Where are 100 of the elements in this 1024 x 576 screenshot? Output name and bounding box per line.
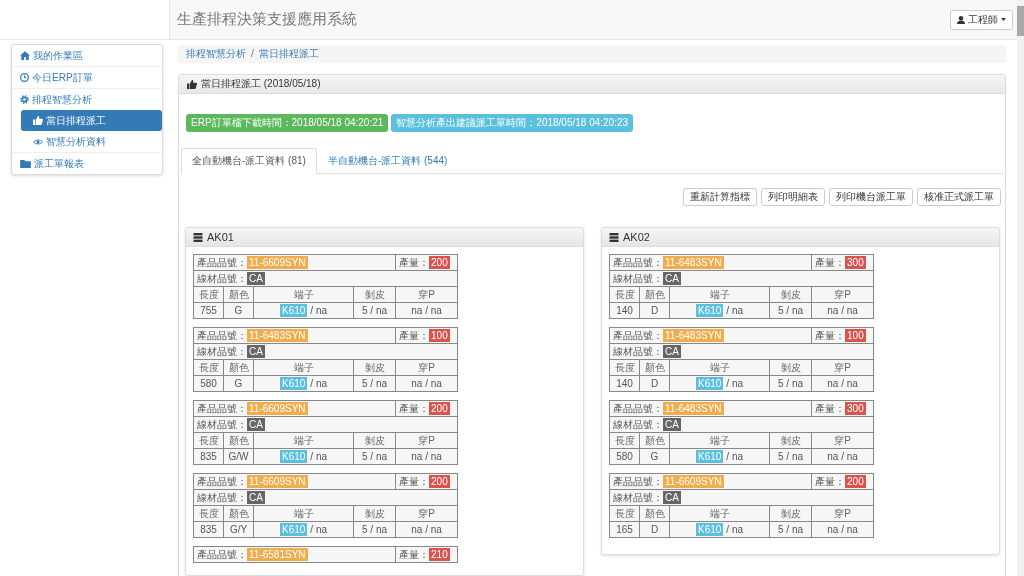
- table-cell: G/Y: [223, 521, 254, 538]
- recalculate-button[interactable]: 重新計算指標: [683, 188, 757, 206]
- quantity-tag: 100: [429, 329, 450, 342]
- column-header: 剝皮: [769, 359, 812, 376]
- table-cell: G: [223, 375, 254, 392]
- column-header: 穿P: [395, 286, 458, 303]
- user-menu-button[interactable]: 工程師: [950, 9, 1013, 30]
- product-code-caption: 產品品號：: [197, 403, 247, 414]
- approve-orders-button[interactable]: 核准正式派工單: [917, 188, 1001, 206]
- eye-icon: [33, 138, 43, 145]
- thumbs-up-icon: [33, 116, 43, 125]
- terminal-note: / na: [726, 451, 743, 462]
- table-cell: G: [223, 302, 254, 319]
- quantity-tag: 210: [429, 548, 450, 561]
- quantity-caption: 產量：: [399, 330, 430, 341]
- table-cell: 580: [609, 448, 640, 465]
- column-header: 端子: [669, 505, 770, 522]
- column-header: 長度: [609, 432, 640, 449]
- table-cell: 5 / na: [353, 521, 396, 538]
- wire-code-tag: CA: [247, 272, 265, 285]
- sidebar-item[interactable]: 今日ERP訂單: [12, 67, 162, 88]
- breadcrumb-link[interactable]: 排程智慧分析: [186, 48, 246, 60]
- column-header: 剝皮: [769, 432, 812, 449]
- quantity-tag: 200: [845, 475, 866, 488]
- user-icon: [957, 15, 965, 24]
- terminal-note: / na: [310, 378, 327, 389]
- column-header: 長度: [609, 505, 640, 522]
- product-code-caption: 產品品號：: [197, 476, 247, 487]
- column-header: 端子: [253, 432, 354, 449]
- column-header: 穿P: [811, 359, 874, 376]
- column-header: 穿P: [395, 432, 458, 449]
- app-title: 生產排程決策支援應用系統: [177, 10, 357, 29]
- table-cell: 5 / na: [769, 375, 812, 392]
- tab[interactable]: 半自動機台-派工資料 (544): [316, 148, 459, 174]
- print-machine-orders-button[interactable]: 列印機台派工單: [829, 188, 913, 206]
- quantity-caption: 產量：: [815, 330, 846, 341]
- sidebar-item[interactable]: 我的作業區: [12, 45, 162, 66]
- scrollbar-thumb[interactable]: [1017, 6, 1024, 36]
- sidebar-item[interactable]: 智慧分析資料: [21, 131, 162, 152]
- column-header: 顏色: [639, 359, 670, 376]
- table-cell: D: [639, 375, 670, 392]
- table-cell: G: [639, 448, 670, 465]
- table-cell: 835: [193, 448, 224, 465]
- table-cell: na / na: [811, 375, 874, 392]
- breadcrumb-link[interactable]: 當日排程派工: [258, 48, 319, 60]
- product-code-tag: 11-6609SYN: [247, 402, 308, 415]
- column-header: 端子: [669, 432, 770, 449]
- caret-icon: [1001, 18, 1006, 21]
- terminal-note: / na: [310, 451, 327, 462]
- wire-code-caption: 線材品號：: [613, 346, 663, 357]
- tab[interactable]: 全自動機台-派工資料 (81): [181, 148, 317, 174]
- wire-code-caption: 線材品號：: [197, 492, 247, 503]
- machine-name: AK02: [623, 231, 650, 243]
- machine-name: AK01: [207, 231, 234, 243]
- column-header: 剝皮: [769, 505, 812, 522]
- breadcrumb-separator: /: [251, 48, 254, 60]
- table-cell: na / na: [811, 448, 874, 465]
- column-header: 端子: [253, 286, 354, 303]
- table-cell: 140: [609, 302, 640, 319]
- column-header: 長度: [609, 359, 640, 376]
- wire-code-tag: CA: [247, 345, 265, 358]
- clock-icon: [20, 73, 29, 82]
- sidebar-item[interactable]: 當日排程派工: [21, 110, 162, 131]
- column-header: 穿P: [811, 286, 874, 303]
- product-code-caption: 產品品號：: [613, 330, 663, 341]
- gear-icon: [20, 95, 29, 104]
- column-header: 剝皮: [353, 359, 396, 376]
- product-code-tag: 11-6483SYN: [247, 329, 308, 342]
- product-code-caption: 產品品號：: [613, 257, 663, 268]
- column-header: 長度: [193, 432, 224, 449]
- quantity-caption: 產量：: [815, 403, 846, 414]
- print-details-button[interactable]: 列印明細表: [761, 188, 825, 206]
- column-header: 穿P: [395, 505, 458, 522]
- sidebar-item[interactable]: 派工單報表: [12, 153, 162, 174]
- table-cell: D: [639, 302, 670, 319]
- sidebar-item[interactable]: 排程智慧分析: [12, 89, 162, 110]
- column-header: 剝皮: [353, 505, 396, 522]
- column-header: 顏色: [223, 432, 254, 449]
- wire-code-caption: 線材品號：: [613, 419, 663, 430]
- column-header: 顏色: [639, 286, 670, 303]
- timestamp-label: 智慧分析產出建議派工單時間：2018/05/18 04:20:23: [391, 114, 634, 132]
- product-code-tag: 11-6609SYN: [663, 475, 724, 488]
- table-cell: 5 / na: [769, 448, 812, 465]
- table-cell: na / na: [395, 521, 458, 538]
- table-cell: 5 / na: [769, 302, 812, 319]
- column-header: 顏色: [223, 359, 254, 376]
- column-header: 長度: [193, 286, 224, 303]
- column-header: 端子: [253, 359, 354, 376]
- column-header: 穿P: [395, 359, 458, 376]
- wire-code-caption: 線材品號：: [197, 346, 247, 357]
- wire-code-caption: 線材品號：: [197, 273, 247, 284]
- product-code-caption: 產品品號：: [197, 330, 247, 341]
- server-icon: [609, 232, 619, 242]
- table-cell: na / na: [395, 375, 458, 392]
- wire-code-tag: CA: [247, 418, 265, 431]
- timestamp-label: ERP訂單檔下載時間：2018/05/18 04:20:21: [186, 114, 389, 132]
- quantity-tag: 200: [429, 256, 450, 269]
- column-header: 剝皮: [353, 432, 396, 449]
- terminal-tag: K610: [695, 304, 724, 317]
- folder-icon: [20, 159, 31, 168]
